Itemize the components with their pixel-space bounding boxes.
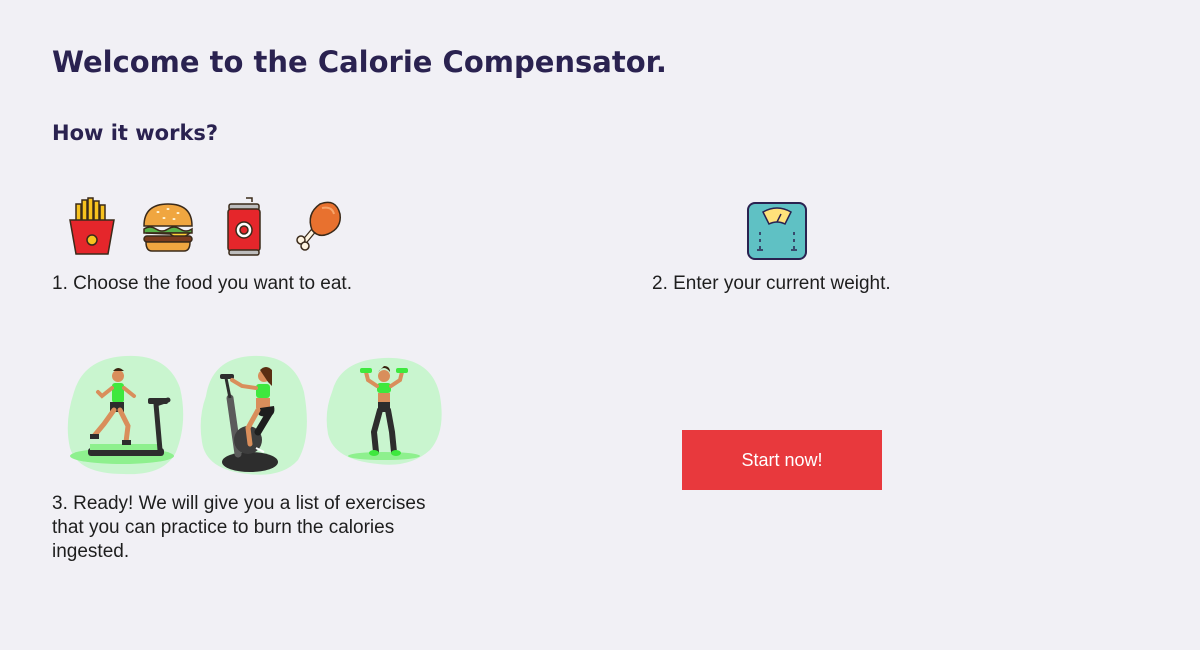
burger-icon [143,203,193,252]
chicken-leg-icon [296,201,341,251]
food-icons [64,196,348,258]
step-2-text: 2. Enter your current weight. [652,273,891,294]
exercise-illustrations [64,352,446,478]
page: Welcome to the Calorie Compensator. How … [0,0,1200,650]
exercise-bike-illustration [200,355,307,475]
treadmill-illustration [67,355,184,475]
fries-icon [69,197,115,255]
step-1-text: 1. Choose the food you want to eat. [52,273,352,294]
weight-scale-icon [747,202,807,260]
page-title: Welcome to the Calorie Compensator. [52,45,667,79]
dumbbells-illustration [326,357,442,465]
step-3-text: 3. Ready! We will give you a list of exe… [52,493,426,562]
start-now-button[interactable]: Start now! [682,430,882,490]
how-it-works-heading: How it works? [52,121,219,145]
soda-can-icon [227,197,261,256]
